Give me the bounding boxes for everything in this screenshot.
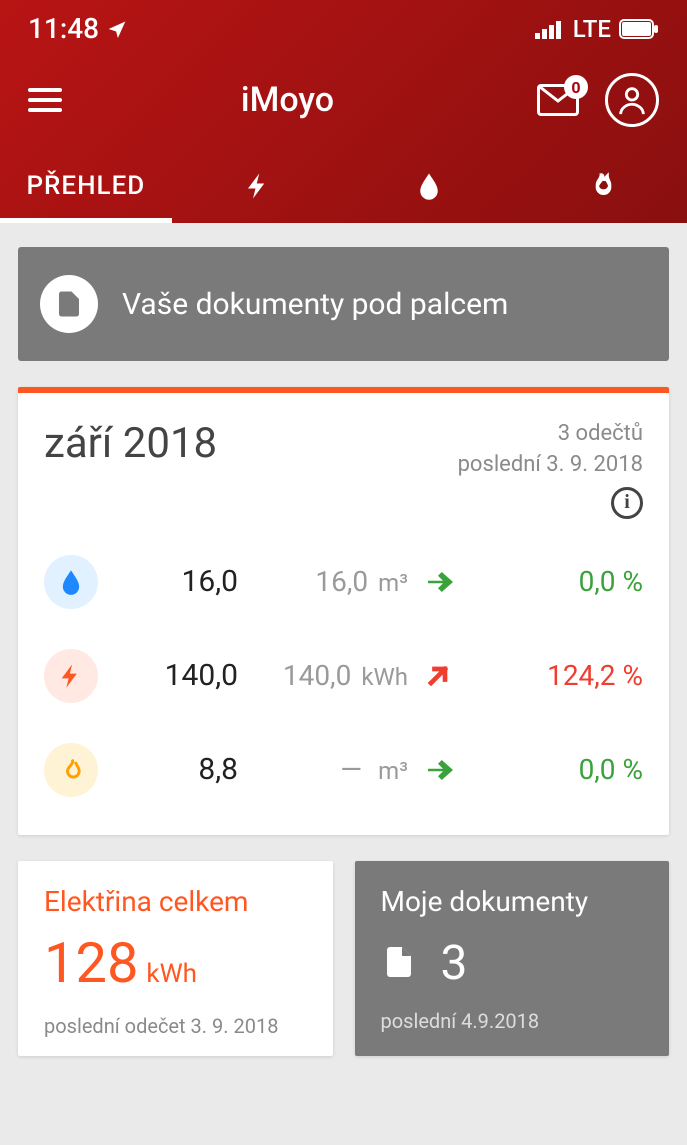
bolt-icon [243,169,273,203]
tab-bar: PŘEHLED [0,151,687,223]
documents-banner-text: Vaše dokumenty pod palcem [122,287,508,322]
tab-overview[interactable]: PŘEHLED [0,151,172,223]
bottom-cards: Elektřina celkem 128 kWh poslední odečet… [18,861,669,1056]
elec-card-unit: kWh [146,959,197,989]
elec-card-title: Elektřina celkem [44,885,307,918]
metric-row-gas: 8,8 — m³ 0,0 % [44,723,643,817]
tab-gas[interactable] [515,151,687,223]
flame-icon [586,169,616,203]
app-header: 11:48 LTE iMoyo 0 PŘEHLED [0,0,687,223]
tab-overview-label: PŘEHLED [26,171,145,201]
metric-row-electricity: 140,0 140,0 kWh 124,2 % [44,629,643,723]
water-unit: m³ [378,569,408,597]
signal-bars-icon [535,19,565,39]
mail-button[interactable]: 0 [537,84,579,116]
water-drop-icon [414,169,444,203]
metric-row-water: 16,0 16,0 m³ 0,0 % [44,535,643,629]
bolt-icon [44,649,98,703]
summary-last-reading: poslední 3. 9. 2018 [458,450,643,481]
top-bar: iMoyo 0 [0,53,687,151]
water-drop-icon [44,555,98,609]
my-documents-card[interactable]: Moje dokumenty 3 poslední 4.9.2018 [355,861,670,1056]
elec-alt: 140,0 [283,659,351,692]
elec-card-sub: poslední odečet 3. 9. 2018 [44,1014,307,1038]
docs-card-sub: poslední 4.9.2018 [381,1009,644,1033]
profile-button[interactable] [605,73,659,127]
trend-right-icon [408,755,468,785]
battery-icon [619,19,659,39]
summary-card[interactable]: září 2018 3 odečtů poslední 3. 9. 2018 i… [18,387,669,835]
electricity-total-card[interactable]: Elektřina celkem 128 kWh poslední odečet… [18,861,333,1056]
status-network: LTE [573,15,611,43]
docs-card-title: Moje dokumenty [381,885,644,918]
water-value: 16,0 [98,564,238,599]
location-arrow-icon [107,19,127,39]
content-area: Vaše dokumenty pod palcem září 2018 3 od… [0,223,687,1080]
elec-card-value: 128 [44,930,138,996]
info-icon[interactable]: i [611,487,643,519]
docs-card-count: 3 [441,934,468,991]
gas-value: 8,8 [98,752,238,787]
elec-pct: 124,2 % [468,659,643,692]
app-title: iMoyo [38,80,537,120]
summary-month: září 2018 [44,419,217,468]
document-icon [40,275,98,333]
gas-pct: 0,0 % [468,753,643,786]
elec-unit: kWh [361,663,408,691]
summary-reading-count: 3 odečtů [458,419,643,450]
trend-up-icon [408,662,468,690]
gas-alt: — [340,753,362,786]
trend-right-icon [408,567,468,597]
tab-water[interactable] [344,151,516,223]
status-bar: 11:48 LTE [0,0,687,53]
summary-meta: 3 odečtů poslední 3. 9. 2018 [458,419,643,481]
water-pct: 0,0 % [468,565,643,598]
flame-icon [44,743,98,797]
mail-badge: 0 [564,75,588,99]
elec-value: 140,0 [98,658,238,693]
status-time: 11:48 [28,12,99,45]
tab-electricity[interactable] [172,151,344,223]
water-alt: 16,0 [315,565,368,598]
documents-banner[interactable]: Vaše dokumenty pod palcem [18,247,669,361]
gas-unit: m³ [378,757,408,785]
document-icon [381,940,417,984]
